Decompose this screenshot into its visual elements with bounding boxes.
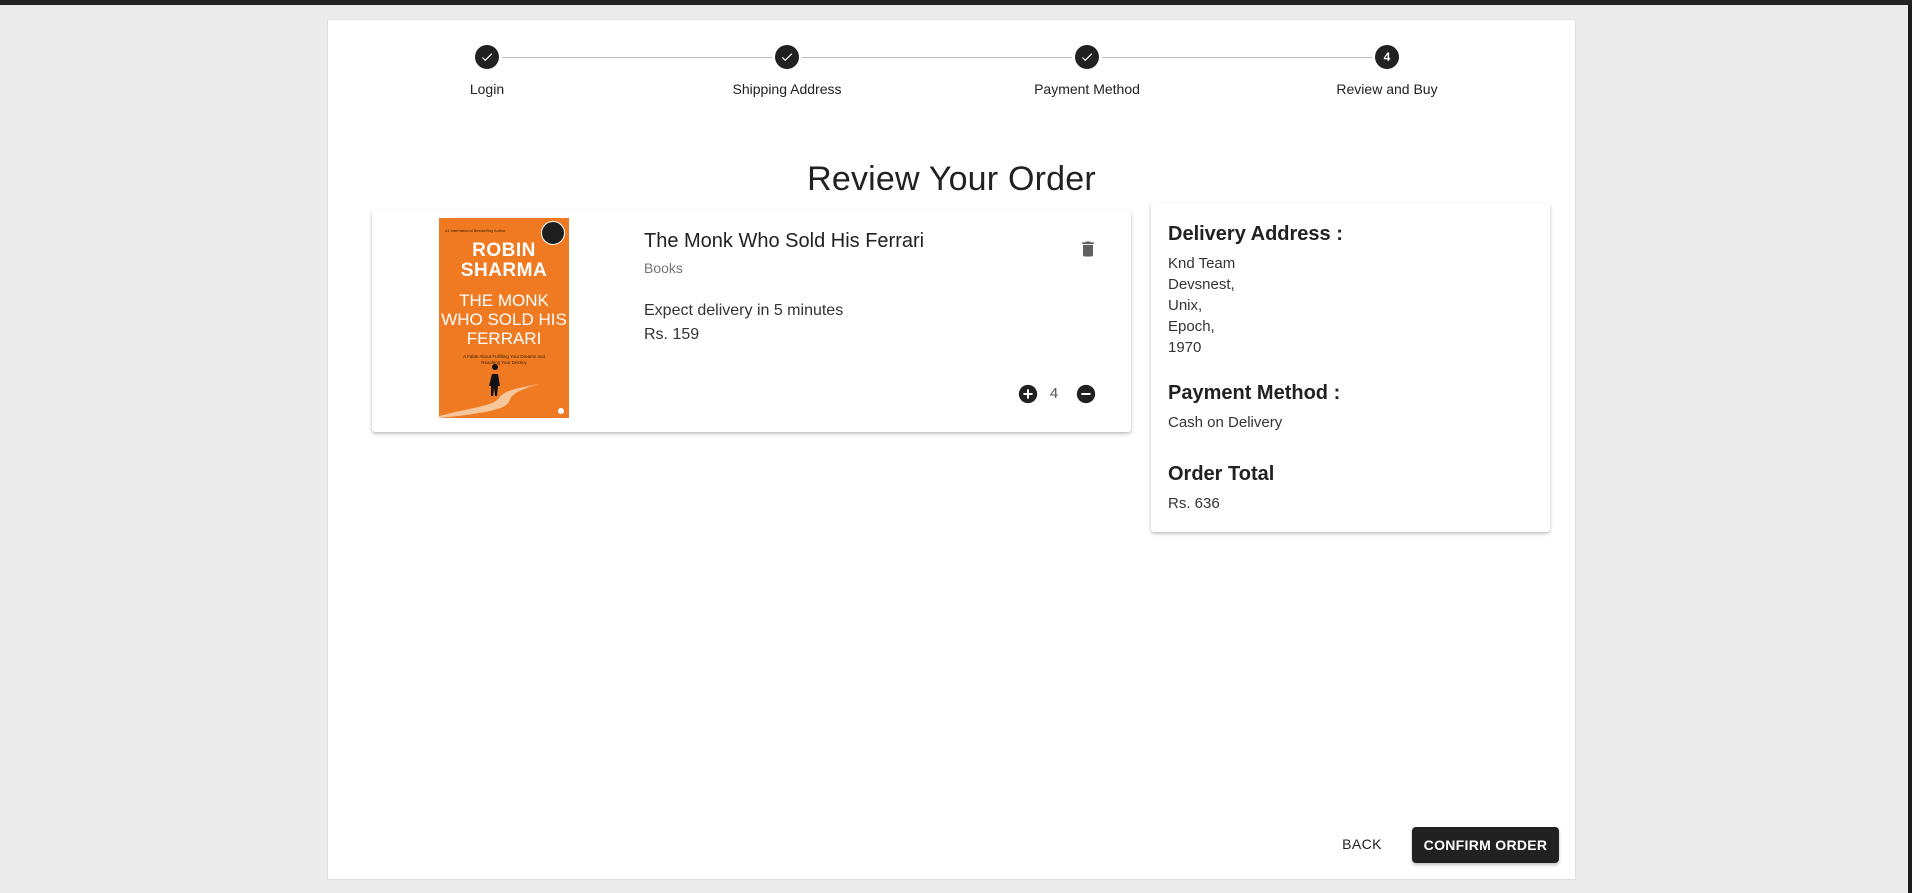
cover-author: ROBIN SHARMA (460, 240, 548, 281)
product-category: Books (644, 260, 683, 276)
step-shipping-address[interactable]: Shipping Address (687, 45, 887, 97)
payment-method-value: Cash on Delivery (1168, 414, 1283, 431)
order-summary-card: Delivery Address : Knd Team Devsnest, Un… (1151, 203, 1550, 532)
delivery-address-heading: Delivery Address : (1168, 223, 1343, 245)
book-cover-image[interactable]: #1 International Bestselling Author ROBI… (439, 218, 569, 418)
back-button[interactable]: BACK (1329, 827, 1395, 861)
cover-illustration (439, 364, 564, 418)
address-line: Knd Team (1168, 255, 1236, 272)
check-icon (1075, 45, 1099, 69)
address-line: Epoch, (1168, 318, 1215, 335)
step-payment-method[interactable]: Payment Method (987, 45, 1187, 97)
delivery-estimate: Expect delivery in 5 minutes (644, 302, 844, 319)
check-icon (475, 45, 499, 69)
step-label: Login (469, 81, 505, 97)
step-login[interactable]: Login (387, 45, 587, 97)
decrease-quantity-icon[interactable] (1075, 383, 1097, 405)
product-card: #1 International Bestselling Author ROBI… (372, 210, 1131, 432)
order-total-value: Rs. 636 (1168, 495, 1220, 512)
increase-quantity-icon[interactable] (1017, 383, 1039, 405)
step-review-and-buy[interactable]: 4 Review and Buy (1287, 45, 1487, 97)
address-line: Devsnest, (1168, 276, 1235, 293)
delivery-address: Knd Team Devsnest, Unix, Epoch, 1970 (1168, 253, 1235, 358)
product-name[interactable]: The Monk Who Sold His Ferrari (644, 230, 924, 253)
product-price: Rs. 159 (644, 326, 700, 343)
quantity-value: 4 (1049, 385, 1059, 402)
delete-icon[interactable] (1076, 237, 1100, 261)
payment-method-heading: Payment Method : (1168, 382, 1341, 404)
checkout-stepper: Login Shipping Address Payment Method 4 … (328, 20, 1575, 130)
cover-title: THE MONK WHO SOLD HIS FERRARI (441, 291, 567, 348)
address-line: Unix, (1168, 297, 1203, 314)
top-bar (0, 0, 1912, 5)
scrollbar-edge (1908, 5, 1912, 893)
checkout-panel: Login Shipping Address Payment Method 4 … (328, 20, 1575, 879)
check-icon (775, 45, 799, 69)
page-title: Review Your Order (807, 160, 1096, 198)
step-label: Shipping Address (732, 81, 842, 97)
step-label: Review and Buy (1336, 81, 1438, 97)
bestseller-badge (541, 221, 565, 245)
step-number: 4 (1375, 45, 1399, 69)
confirm-order-button[interactable]: CONFIRM ORDER (1412, 827, 1559, 863)
step-label: Payment Method (1034, 81, 1140, 97)
order-total-heading: Order Total (1168, 463, 1275, 485)
address-line: 1970 (1168, 339, 1202, 356)
